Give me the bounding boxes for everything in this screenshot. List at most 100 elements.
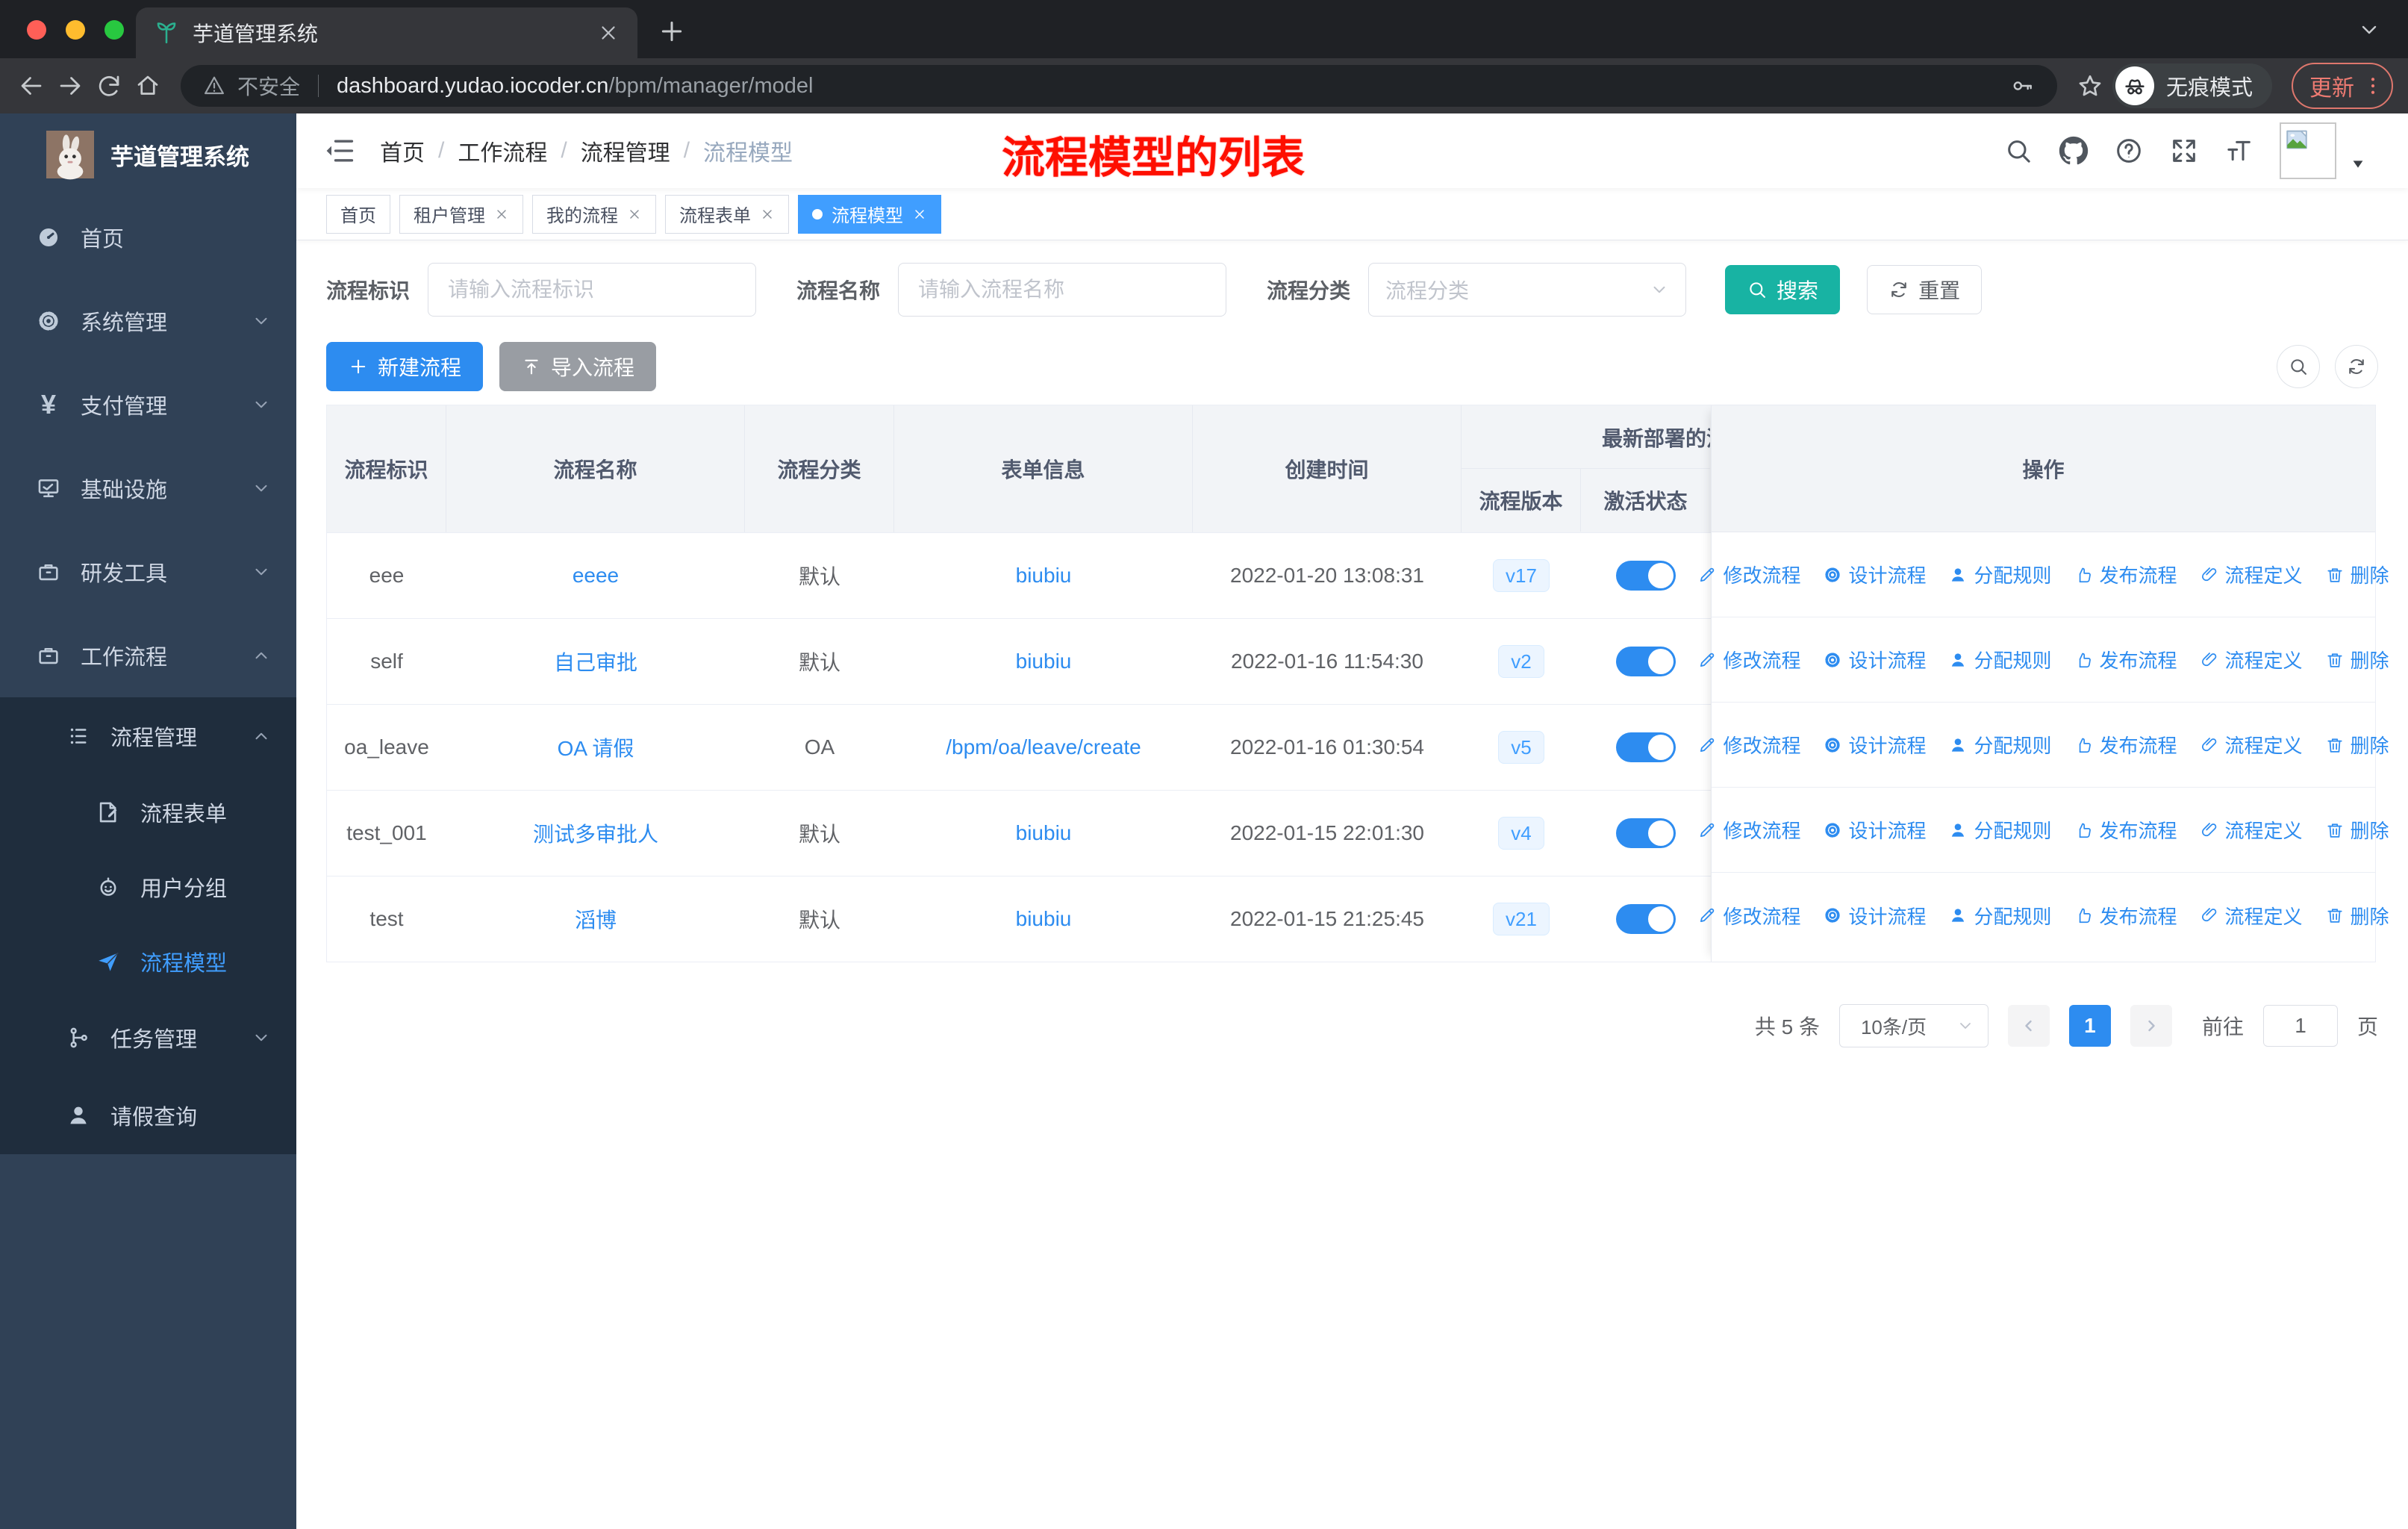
app-logo[interactable]: 芋道管理系统 [0,113,296,196]
close-icon[interactable] [494,207,509,222]
collapse-sidebar-icon[interactable] [323,134,356,167]
cell-form-link[interactable]: biubiu [894,619,1193,704]
cell-name-link[interactable]: eeee [446,533,745,618]
fullscreen-icon[interactable] [2169,136,2199,166]
maximize-window-button[interactable] [105,20,124,40]
process-name-input[interactable] [898,263,1227,317]
version-tag[interactable]: v4 [1498,817,1544,850]
github-icon[interactable] [2059,136,2089,166]
bookmark-star-icon[interactable] [2074,69,2106,102]
cell-form-link[interactable]: /bpm/oa/leave/create [894,705,1193,790]
current-page-button[interactable]: 1 [2068,1005,2111,1047]
delete-link[interactable]: 删除 [2325,731,2389,759]
sidebar-item-leave-query[interactable]: 请假查询 [0,1077,296,1154]
update-browser-button[interactable]: 更新 [2292,63,2393,109]
close-icon[interactable] [912,207,927,222]
font-size-icon[interactable] [2224,136,2254,166]
tab-search-chevron-icon[interactable] [2357,18,2381,42]
back-button[interactable] [15,69,48,102]
cell-form-link[interactable]: biubiu [894,533,1193,618]
sidebar-item-devtools[interactable]: 研发工具 [0,530,296,614]
sidebar-item-workflow[interactable]: 工作流程 [0,614,296,697]
sidebar-item-home[interactable]: 首页 [0,196,296,279]
process-definition-link[interactable]: 流程定义 [2200,646,2303,673]
modify-process-link[interactable]: 修改流程 [1697,561,1800,588]
sidebar-item-payment[interactable]: ¥ 支付管理 [0,363,296,446]
publish-process-link[interactable]: 发布流程 [2074,902,2177,929]
breadcrumb-home[interactable]: 首页 [380,134,425,167]
breadcrumb-process-mgmt[interactable]: 流程管理 [581,134,670,167]
sidebar-item-process-form[interactable]: 流程表单 [0,775,296,850]
goto-page-input[interactable] [2262,1005,2338,1047]
process-definition-link[interactable]: 流程定义 [2200,816,2303,844]
assign-rule-link[interactable]: 分配规则 [1948,902,2052,929]
sidebar-item-user-group[interactable]: 用户分组 [0,850,296,924]
sidebar-item-process-mgmt[interactable]: 流程管理 [0,697,296,775]
delete-link[interactable]: 删除 [2325,902,2389,929]
active-toggle[interactable] [1615,818,1676,848]
close-icon[interactable] [627,207,642,222]
assign-rule-link[interactable]: 分配规则 [1948,561,2052,588]
browser-menu-dots-icon[interactable] [2362,75,2384,97]
avatar-caret-down-icon[interactable] [2350,156,2366,172]
modify-process-link[interactable]: 修改流程 [1697,731,1800,759]
cell-name-link[interactable]: 自己审批 [446,619,745,704]
publish-process-link[interactable]: 发布流程 [2074,731,2177,759]
home-button[interactable] [131,69,164,102]
process-key-input[interactable] [428,263,757,317]
next-page-button[interactable] [2130,1005,2172,1047]
active-toggle[interactable] [1615,904,1676,934]
import-process-button[interactable]: 导入流程 [499,342,657,391]
tag-tenant[interactable]: 租户管理 [399,194,523,234]
insecure-warning-icon[interactable] [203,75,225,97]
tag-process-model[interactable]: 流程模型 [798,194,941,234]
reload-button[interactable] [93,69,125,102]
publish-process-link[interactable]: 发布流程 [2074,646,2177,673]
search-button[interactable]: 搜索 [1725,265,1841,314]
refresh-table-button[interactable] [2335,345,2378,388]
sidebar-item-task-mgmt[interactable]: 任务管理 [0,999,296,1077]
active-toggle[interactable] [1615,647,1676,676]
cell-form-link[interactable]: biubiu [894,791,1193,876]
new-tab-button[interactable] [657,16,687,46]
modify-process-link[interactable]: 修改流程 [1697,646,1800,673]
version-tag[interactable]: v17 [1493,559,1550,592]
tag-home[interactable]: 首页 [326,194,390,234]
assign-rule-link[interactable]: 分配规则 [1948,646,2052,673]
tab-close-icon[interactable] [597,22,620,44]
help-icon[interactable] [2114,136,2144,166]
design-process-link[interactable]: 设计流程 [1823,816,1926,844]
process-definition-link[interactable]: 流程定义 [2200,731,2303,759]
address-bar[interactable]: 不安全 dashboard.yudao.iocoder.cn/bpm/manag… [181,65,2057,107]
delete-link[interactable]: 删除 [2325,816,2389,844]
process-category-select[interactable]: 流程分类 [1368,263,1687,317]
version-tag[interactable]: v21 [1493,903,1550,935]
delete-link[interactable]: 删除 [2325,646,2389,673]
create-process-button[interactable]: 新建流程 [326,342,484,391]
sidebar-item-process-model[interactable]: 流程模型 [0,924,296,999]
forward-button[interactable] [54,69,87,102]
close-window-button[interactable] [27,20,46,40]
delete-link[interactable]: 删除 [2325,561,2389,588]
version-tag[interactable]: v2 [1498,645,1544,678]
modify-process-link[interactable]: 修改流程 [1697,816,1800,844]
tag-process-form[interactable]: 流程表单 [665,194,789,234]
tag-my-process[interactable]: 我的流程 [532,194,656,234]
assign-rule-link[interactable]: 分配规则 [1948,816,2052,844]
design-process-link[interactable]: 设计流程 [1823,646,1926,673]
url-text[interactable]: dashboard.yudao.iocoder.cn/bpm/manager/m… [337,74,813,99]
process-definition-link[interactable]: 流程定义 [2200,561,2303,588]
prev-page-button[interactable] [2007,1005,2050,1047]
page-size-select[interactable]: 10条/页 [1838,1004,1989,1047]
toggle-search-button[interactable] [2277,345,2320,388]
cell-form-link[interactable]: biubiu [894,876,1193,962]
process-definition-link[interactable]: 流程定义 [2200,902,2303,929]
security-label[interactable]: 不安全 [237,71,300,101]
design-process-link[interactable]: 设计流程 [1823,561,1926,588]
publish-process-link[interactable]: 发布流程 [2074,561,2177,588]
reset-button[interactable]: 重置 [1867,265,1983,314]
header-search-icon[interactable] [2003,136,2033,166]
design-process-link[interactable]: 设计流程 [1823,731,1926,759]
assign-rule-link[interactable]: 分配规则 [1948,731,2052,759]
breadcrumb-workflow[interactable]: 工作流程 [458,134,547,167]
